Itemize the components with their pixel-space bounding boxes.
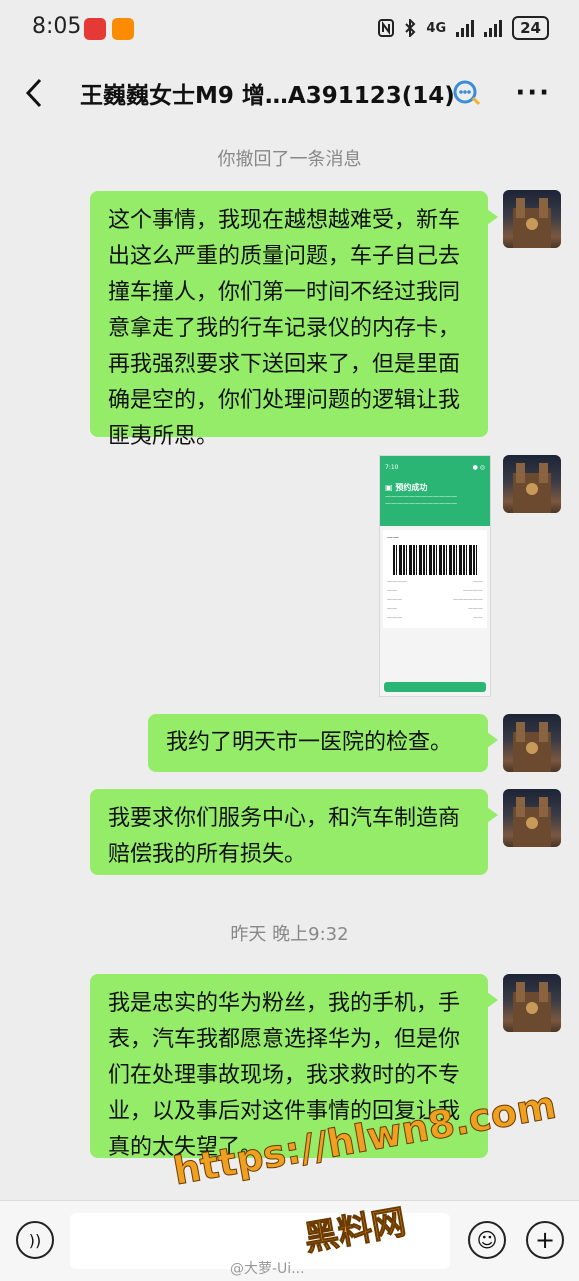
barcode-image <box>393 545 477 575</box>
chevron-left-icon[interactable] <box>20 76 50 110</box>
message-text: 我约了明天市一医院的检查。 <box>166 730 453 755</box>
message-text: 这个事情，我现在越想越难受，新车出这么严重的质量问题，车子自己去撞车撞人，你们第… <box>108 208 461 449</box>
status-time: 8:05 <box>32 14 82 39</box>
gallery-app-icon <box>112 18 134 40</box>
signal-icon <box>456 19 475 37</box>
emoji-icon[interactable]: ☺ <box>468 1221 506 1259</box>
bluetooth-icon <box>405 19 416 37</box>
avatar[interactable] <box>503 190 561 248</box>
message-bubble[interactable]: 我约了明天市一医院的检查。 <box>148 714 498 772</box>
signal-icon-2 <box>484 19 503 37</box>
image-card: —— ———— —— —— ———— ——— —————— —— ——— ——— —— <box>383 530 487 628</box>
huawei-app-icon <box>84 18 106 40</box>
image-header: 7:10 ● ◎ <box>380 456 490 478</box>
avatar[interactable] <box>503 455 561 513</box>
more-icon[interactable]: ··· <box>515 78 551 108</box>
chat-title: 王巍巍女士M9 增…A391123(14) <box>80 83 455 109</box>
network-type: 4G <box>426 20 447 36</box>
image-button <box>384 682 486 692</box>
image-banner: ▣ 预约成功 ———————————— ———————————— <box>380 478 490 526</box>
status-indicators: 4G 24 <box>378 16 549 40</box>
avatar[interactable] <box>503 789 561 847</box>
image-message[interactable]: 7:10 ● ◎ ▣ 预约成功 ———————————— ———————————— —… <box>379 455 491 697</box>
message-bubble[interactable]: 我要求你们服务中心，和汽车制造商赔偿我的所有损失。 <box>90 789 498 875</box>
customer-service-icon[interactable] <box>452 78 482 108</box>
chat-header: 王巍巍女士M9 增…A391123(14) ··· <box>0 58 579 128</box>
message-bubble[interactable]: 这个事情，我现在越想越难受，新车出这么严重的质量问题，车子自己去撞车撞人，你们第… <box>90 191 498 449</box>
avatar[interactable] <box>503 974 561 1032</box>
battery-icon: 24 <box>512 16 549 40</box>
watermark-credit: @大萝-Ui... <box>230 1261 305 1277</box>
avatar[interactable] <box>503 714 561 772</box>
voice-icon[interactable]: )) <box>16 1221 54 1259</box>
add-icon[interactable]: + <box>526 1221 564 1259</box>
nfc-icon <box>378 19 395 37</box>
recall-notice: 你撤回了一条消息 <box>217 149 362 170</box>
message-text: 我要求你们服务中心，和汽车制造商赔偿我的所有损失。 <box>108 806 461 867</box>
timestamp: 昨天 晚上9:32 <box>230 924 349 945</box>
status-bar: 8:05 4G 24 <box>0 0 579 58</box>
